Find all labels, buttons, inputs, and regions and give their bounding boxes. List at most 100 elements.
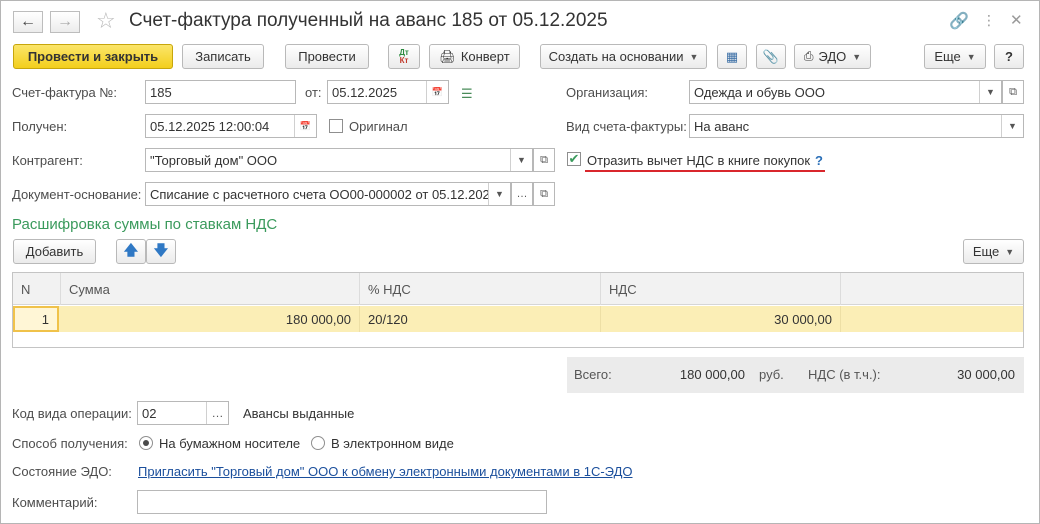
row-vat-cell[interactable]: 30 000,00 bbox=[601, 306, 841, 332]
row-vat-rate-cell[interactable]: 20/120 bbox=[360, 306, 601, 332]
total-label: Всего: bbox=[574, 367, 612, 382]
arrow-right-icon: → bbox=[57, 13, 73, 30]
edo-button[interactable]: ⎙ ЭДО ▼ bbox=[794, 44, 871, 69]
receive-method-label: Способ получения: bbox=[12, 436, 128, 451]
table-row[interactable]: 1 180 000,00 20/120 30 000,00 bbox=[13, 306, 1023, 332]
op-code-value: 02 bbox=[142, 405, 157, 421]
from-date-value: 05.12.2025 bbox=[332, 84, 398, 100]
from-label: от: bbox=[305, 85, 322, 100]
more-button[interactable]: Еще ▼ bbox=[924, 44, 986, 69]
chevron-down-icon: ▼ bbox=[689, 51, 699, 62]
forward-button[interactable]: → bbox=[50, 11, 80, 33]
reflect-vat-checkbox[interactable]: ✔ bbox=[567, 152, 581, 166]
attach-button[interactable]: 📎 bbox=[756, 44, 786, 69]
organization-field[interactable]: Одежда и обувь ООО ▼ bbox=[689, 80, 1002, 104]
favorite-star-icon[interactable]: ☆ bbox=[96, 9, 116, 33]
structure-button[interactable]: ▦ bbox=[717, 44, 747, 69]
column-header-n[interactable]: N bbox=[13, 273, 61, 305]
invoice-no-field[interactable]: 185 bbox=[145, 80, 296, 104]
open-icon: ⧉ bbox=[540, 153, 548, 166]
add-row-button[interactable]: Добавить bbox=[13, 239, 96, 264]
post-button[interactable]: Провести bbox=[285, 44, 369, 69]
open-icon: ⧉ bbox=[1009, 85, 1017, 98]
calendar-icon[interactable]: 📅 bbox=[294, 115, 316, 137]
invoice-window: ← → ☆ Счет-фактура полученный на аванс 1… bbox=[0, 0, 1040, 524]
electronic-radio[interactable] bbox=[311, 436, 325, 450]
received-date-value: 05.12.2025 12:00:04 bbox=[150, 118, 270, 134]
save-button[interactable]: Записать bbox=[182, 44, 264, 69]
open-organization-button[interactable]: ⧉ bbox=[1002, 80, 1024, 104]
chevron-down-icon: ▼ bbox=[966, 51, 976, 62]
currency-label: руб. bbox=[759, 367, 784, 382]
calendar-icon[interactable]: 📅 bbox=[426, 81, 448, 103]
received-label: Получен: bbox=[12, 119, 68, 134]
structure-icon: ▦ bbox=[725, 48, 739, 64]
open-base-doc-button[interactable]: ⧉ bbox=[533, 182, 555, 206]
paper-radio[interactable] bbox=[139, 436, 153, 450]
arrow-down-icon: 🡇 bbox=[153, 241, 169, 258]
link-icon[interactable]: 🔗 bbox=[949, 11, 969, 31]
comment-label: Комментарий: bbox=[12, 495, 98, 510]
counterparty-field[interactable]: "Торговый дом" ООО ▼ bbox=[145, 148, 533, 172]
chevron-down-icon[interactable]: ▼ bbox=[488, 183, 510, 205]
row-sum-cell[interactable]: 180 000,00 bbox=[61, 306, 360, 332]
from-date-field[interactable]: 05.12.2025 📅 bbox=[327, 80, 449, 104]
chevron-down-icon[interactable]: ▼ bbox=[979, 81, 1001, 103]
invoice-type-label: Вид счета-фактуры: bbox=[566, 119, 687, 134]
base-doc-value: Списание с расчетного счета ОО00-000002 … bbox=[150, 186, 488, 202]
edo-state-label: Состояние ЭДО: bbox=[12, 464, 112, 479]
create-based-on-button[interactable]: Создать на основании ▼ bbox=[540, 44, 707, 69]
invoice-type-field[interactable]: На аванс ▼ bbox=[689, 114, 1024, 138]
page-title: Счет-фактура полученный на аванс 185 от … bbox=[129, 10, 608, 31]
arrow-up-icon: 🡅 bbox=[123, 241, 139, 258]
reflect-vat-help[interactable]: ? bbox=[815, 153, 823, 168]
counterparty-value: "Торговый дом" ООО bbox=[150, 152, 278, 168]
table-header: N Сумма % НДС НДС bbox=[13, 273, 1023, 305]
chevron-down-icon: ▼ bbox=[1005, 246, 1015, 257]
invoice-no-label: Счет-фактура №: bbox=[12, 85, 117, 100]
open-counterparty-button[interactable]: ⧉ bbox=[533, 148, 555, 172]
create-based-label: Создать на основании bbox=[548, 49, 684, 64]
close-icon[interactable]: ✕ bbox=[1010, 11, 1023, 29]
select-base-doc-button[interactable]: … bbox=[511, 182, 533, 206]
original-checkbox[interactable] bbox=[329, 119, 343, 133]
post-and-close-button[interactable]: Провести и закрыть bbox=[13, 44, 173, 69]
received-date-field[interactable]: 05.12.2025 12:00:04 📅 bbox=[145, 114, 317, 138]
organization-value: Одежда и обувь ООО bbox=[694, 84, 826, 100]
edo-invite-link[interactable]: Пригласить "Торговый дом" ООО к обмену э… bbox=[138, 464, 633, 479]
printer-icon: 🖨 bbox=[439, 48, 456, 64]
help-button[interactable]: ? bbox=[994, 44, 1024, 69]
op-code-label: Код вида операции: bbox=[12, 406, 132, 421]
op-code-field[interactable]: 02 … bbox=[137, 401, 229, 425]
section-more-button[interactable]: Еще ▼ bbox=[963, 239, 1024, 264]
chevron-down-icon[interactable]: ▼ bbox=[510, 149, 532, 171]
reflect-vat-label: Отразить вычет НДС в книге покупок bbox=[587, 153, 811, 168]
total-vat-label: НДС (в т.ч.): bbox=[808, 367, 881, 382]
column-header-sum[interactable]: Сумма bbox=[61, 273, 360, 305]
base-doc-field[interactable]: Списание с расчетного счета ОО00-000002 … bbox=[145, 182, 511, 206]
ellipsis-icon: … bbox=[516, 188, 528, 200]
envelope-button[interactable]: 🖨 Конверт bbox=[429, 44, 520, 69]
edo-label: ЭДО bbox=[818, 49, 847, 64]
counterparty-label: Контрагент: bbox=[12, 153, 83, 168]
move-up-button[interactable]: 🡅 bbox=[116, 239, 146, 264]
move-down-button[interactable]: 🡇 bbox=[146, 239, 176, 264]
list-icon[interactable]: ☰ bbox=[461, 86, 473, 102]
more-vertical-icon[interactable]: ⋮ bbox=[982, 12, 996, 29]
section-more-label: Еще bbox=[972, 244, 1000, 259]
original-label: Оригинал bbox=[349, 119, 408, 134]
row-n-cell[interactable]: 1 bbox=[13, 306, 59, 332]
invoice-type-value: На аванс bbox=[694, 118, 750, 134]
total-vat-value: 30 000,00 bbox=[957, 367, 1015, 382]
chevron-down-icon: ▼ bbox=[852, 51, 862, 62]
column-header-vat[interactable]: НДС bbox=[601, 273, 841, 305]
chevron-down-icon[interactable]: ▼ bbox=[1001, 115, 1023, 137]
arrow-left-icon: ← bbox=[20, 13, 36, 30]
envelope-label: Конверт bbox=[460, 49, 510, 64]
ellipsis-icon[interactable]: … bbox=[206, 402, 228, 424]
back-button[interactable]: ← bbox=[13, 11, 43, 33]
edo-icon: ⎙ bbox=[803, 49, 814, 63]
comment-field[interactable] bbox=[137, 490, 547, 514]
dt-kt-button[interactable]: Дт Кт bbox=[388, 44, 420, 69]
column-header-vat-rate[interactable]: % НДС bbox=[360, 273, 601, 305]
